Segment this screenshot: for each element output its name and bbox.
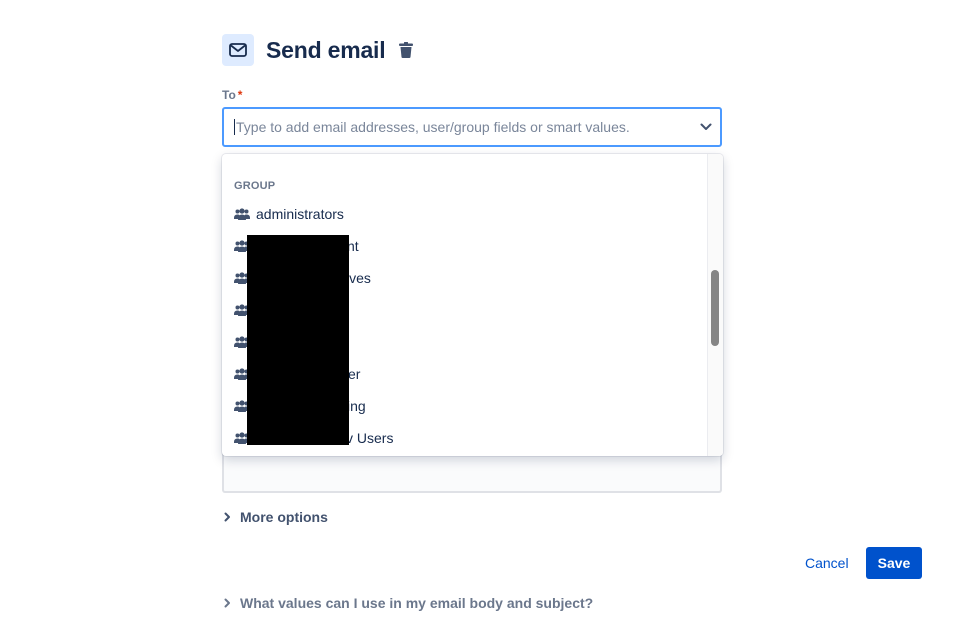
chevron-right-icon <box>224 512 230 522</box>
required-marker: * <box>237 88 243 102</box>
to-label-text: To <box>222 88 236 102</box>
header: Send email <box>222 34 415 66</box>
redaction-block <box>247 235 349 445</box>
option-label: v Users <box>346 430 394 446</box>
text-caret <box>234 119 235 135</box>
people-group-icon <box>234 207 250 221</box>
chevron-down-icon[interactable] <box>692 109 720 145</box>
group-heading: GROUP <box>234 180 276 192</box>
to-field[interactable] <box>222 107 722 147</box>
more-options-toggle[interactable]: More options <box>222 508 328 526</box>
mail-icon <box>222 34 254 66</box>
option-label: ives <box>346 270 371 286</box>
save-button[interactable]: Save <box>866 547 922 579</box>
page-title: Send email <box>266 36 386 63</box>
to-field-label: To * <box>222 88 242 102</box>
more-options-label: More options <box>240 509 328 525</box>
option-label: ing <box>347 398 366 414</box>
to-input[interactable] <box>236 119 692 135</box>
dropdown-option[interactable]: administrators <box>222 198 707 230</box>
chevron-right-icon <box>224 598 230 608</box>
trash-icon[interactable] <box>397 41 415 59</box>
cancel-button[interactable]: Cancel <box>797 547 857 579</box>
help-values-toggle[interactable]: What values can I use in my email body a… <box>222 594 593 612</box>
option-label: er <box>348 366 361 382</box>
option-label: administrators <box>256 206 344 222</box>
help-values-label: What values can I use in my email body a… <box>240 595 594 611</box>
dropdown-scrollbar-thumb[interactable] <box>711 270 719 346</box>
